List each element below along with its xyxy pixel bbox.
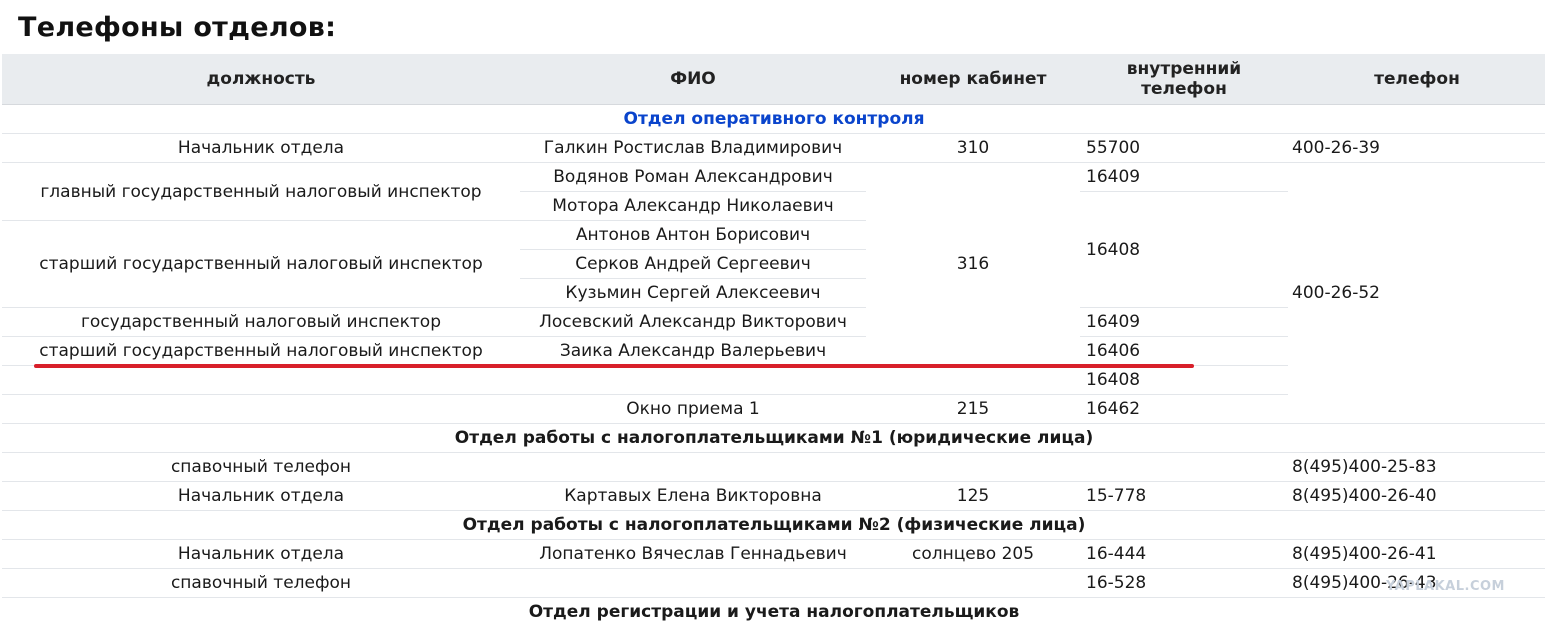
table-row: Начальник отдела Галкин Ростислав Владим… [2, 134, 1545, 163]
cell-room: 125 [866, 482, 1080, 511]
table-row: Начальник отдела Картавых Елена Викторов… [2, 482, 1545, 511]
cell-position: Начальник отдела [2, 482, 520, 511]
cell-internal: 16408 [1080, 192, 1288, 308]
cell-name: Лопатенко Вячеслав Геннадьевич [520, 540, 866, 569]
cell-name [520, 366, 866, 395]
cell-position: Начальник отдела [2, 540, 520, 569]
red-underline-highlight [34, 364, 1194, 368]
cell-position [2, 395, 520, 424]
table-row: Начальник отдела Лопатенко Вячеслав Генн… [2, 540, 1545, 569]
cell-position [2, 366, 520, 395]
cell-phone: 8(495)400-26-40 [1288, 482, 1545, 511]
cell-phone: 8(495)400-26-41 [1288, 540, 1545, 569]
cell-position: старший государственный налоговый инспек… [2, 337, 520, 366]
cell-room: 215 [866, 395, 1080, 424]
table-row: главный государственный налоговый инспек… [2, 163, 1545, 192]
section-row: Отдел работы с налогоплательщиками №2 (ф… [2, 511, 1545, 540]
cell-internal: 15-778 [1080, 482, 1288, 511]
section-row: Отдел регистрации и учета налогоплательщ… [2, 598, 1545, 626]
cell-room: 310 [866, 134, 1080, 163]
header-phone: телефон [1288, 54, 1545, 105]
cell-internal [1080, 453, 1288, 482]
cell-position: спавочный телефон [2, 569, 520, 598]
cell-internal: 16406 [1080, 337, 1288, 366]
cell-internal: 55700 [1080, 134, 1288, 163]
header-room: номер кабинет [866, 54, 1080, 105]
cell-name: Галкин Ростислав Владимирович [520, 134, 866, 163]
cell-phone: 8(495)400-25-83 [1288, 453, 1545, 482]
cell-room: 316 [866, 163, 1080, 366]
section-title-reg: Отдел регистрации и учета налогоплательщ… [2, 598, 1545, 626]
cell-name: Окно приема 1 [520, 395, 866, 424]
cell-name [520, 453, 866, 482]
cell-internal: 16-444 [1080, 540, 1288, 569]
cell-internal: 16408 [1080, 366, 1288, 395]
table-header-row: должность ФИО номер кабинет внутренний т… [2, 54, 1545, 105]
cell-name: Кузьмин Сергей Алексеевич [520, 279, 866, 308]
cell-position: Начальник отдела [2, 134, 520, 163]
cell-internal: 16-528 [1080, 569, 1288, 598]
section-row: Отдел оперативного контроля [2, 105, 1545, 134]
cell-internal: 16409 [1080, 308, 1288, 337]
cell-internal: 16409 [1080, 163, 1288, 192]
cell-name [520, 569, 866, 598]
cell-name: Серков Андрей Сергеевич [520, 250, 866, 279]
cell-room [866, 366, 1080, 395]
page-title: Телефоны отделов: [18, 12, 336, 43]
table-row: спавочный телефон 16-528 8(495)400-26-43 [2, 569, 1545, 598]
section-row: Отдел работы с налогоплательщиками №1 (ю… [2, 424, 1545, 453]
cell-room [866, 453, 1080, 482]
section-title-tp2: Отдел работы с налогоплательщиками №2 (ф… [2, 511, 1545, 540]
cell-name: Антонов Антон Борисович [520, 221, 866, 250]
header-internal: внутренний телефон [1080, 54, 1288, 105]
cell-position: государственный налоговый инспектор [2, 308, 520, 337]
cell-room [866, 569, 1080, 598]
cell-name: Водянов Роман Александрович [520, 163, 866, 192]
cell-name: Картавых Елена Викторовна [520, 482, 866, 511]
header-position: должность [2, 54, 520, 105]
cell-phone: 400-26-52 [1288, 163, 1545, 424]
cell-internal: 16462 [1080, 395, 1288, 424]
section-title-tp1: Отдел работы с налогоплательщиками №1 (ю… [2, 424, 1545, 453]
cell-name: Лосевский Александр Викторович [520, 308, 866, 337]
cell-name: Заика Александр Валерьевич [520, 337, 866, 366]
cell-position: спавочный телефон [2, 453, 520, 482]
section-title-ops: Отдел оперативного контроля [2, 105, 1545, 134]
cell-position: старший государственный налоговый инспек… [2, 221, 520, 308]
cell-room: солнцево 205 [866, 540, 1080, 569]
table-row: спавочный телефон 8(495)400-25-83 [2, 453, 1545, 482]
cell-name: Мотора Александр Николаевич [520, 192, 866, 221]
cell-phone: 400-26-39 [1288, 134, 1545, 163]
watermark-logo: YAPLAKAL.COM [1386, 579, 1505, 594]
header-name: ФИО [520, 54, 866, 105]
cell-position: главный государственный налоговый инспек… [2, 163, 520, 221]
phones-table: должность ФИО номер кабинет внутренний т… [2, 54, 1545, 626]
